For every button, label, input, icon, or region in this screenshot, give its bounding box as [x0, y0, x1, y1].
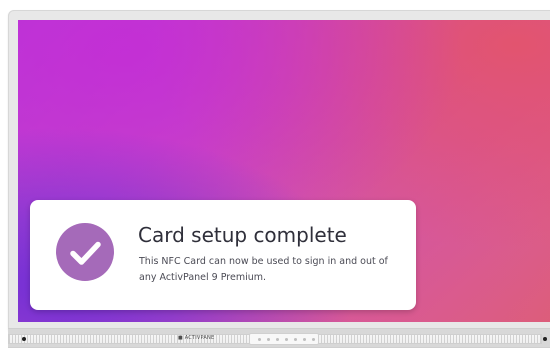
control-indicator-icon	[294, 338, 297, 341]
control-indicator-icon	[303, 338, 306, 341]
control-indicator-icon	[258, 338, 261, 341]
control-indicator-icon	[267, 338, 270, 341]
checkmark-circle-icon	[56, 223, 114, 281]
brand-logo: ■ ACTIVPANEL ■	[178, 335, 214, 341]
card-setup-notification: Card setup complete This NFC Card can no…	[30, 200, 416, 310]
display-scene: ■ ACTIVPANEL ■ Card setup complete This …	[0, 0, 550, 350]
control-indicator-icon	[312, 338, 315, 341]
sensor-dot-right	[543, 337, 547, 341]
notification-title: Card setup complete	[138, 223, 347, 247]
front-control-strip	[249, 333, 319, 345]
control-indicator-icon	[276, 338, 279, 341]
sensor-dot-left	[22, 337, 26, 341]
control-indicator-icon	[285, 338, 288, 341]
notification-message: This NFC Card can now be used to sign in…	[139, 256, 388, 283]
